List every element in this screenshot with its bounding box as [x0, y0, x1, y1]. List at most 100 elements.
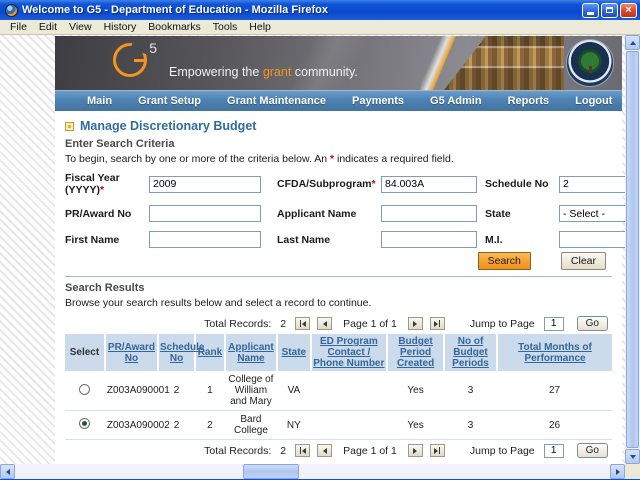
jump-to-page-label: Jump to Page: [469, 444, 535, 457]
horizontal-scroll-thumb[interactable]: [243, 464, 299, 479]
column-header: No of Budget Periods: [444, 334, 499, 372]
column-header-link[interactable]: Select: [70, 347, 99, 358]
firefox-icon: [5, 3, 18, 17]
column-header: Rank: [195, 334, 226, 372]
column-header: Applicant Name: [224, 334, 279, 372]
menu-item[interactable]: Help: [243, 21, 277, 33]
field-label: Schedule No: [485, 178, 549, 191]
column-header: Select: [65, 334, 106, 372]
first-page-button[interactable]: [295, 444, 311, 458]
first-page-button[interactable]: [295, 317, 311, 331]
field-input[interactable]: 2: [559, 175, 625, 193]
nav-item[interactable]: Main: [87, 95, 112, 107]
column-header-link[interactable]: Total Months of Performance: [518, 342, 592, 364]
previous-page-button[interactable]: [317, 317, 333, 331]
title-bar[interactable]: Welcome to G5 - Department of Education …: [0, 0, 640, 20]
page-indicator: Page 1 of 1: [343, 317, 397, 330]
scroll-right-button[interactable]: [610, 464, 625, 479]
next-page-button[interactable]: [407, 444, 423, 458]
column-header-link[interactable]: Budget Period Created: [397, 336, 434, 369]
menu-item[interactable]: Bookmarks: [142, 21, 207, 33]
menu-item[interactable]: View: [63, 21, 98, 33]
cell-pr-award: Z003A090002: [104, 410, 170, 441]
go-button[interactable]: Go: [576, 316, 608, 332]
banner: 5 Empowering the grant community.: [55, 36, 622, 90]
column-header: PR/Award No: [104, 334, 159, 372]
minimize-button[interactable]: [582, 2, 599, 18]
restore-icon: [606, 7, 613, 13]
field-label: Last Name: [277, 233, 331, 246]
scroll-left-button[interactable]: [0, 464, 15, 479]
cell-applicant: College of William and Mary: [224, 371, 278, 412]
column-header: Schedule No: [157, 334, 204, 372]
total-records-label: Total Records:: [204, 317, 272, 330]
nav-item[interactable]: Grant Maintenance: [227, 95, 326, 107]
menu-item[interactable]: Tools: [207, 21, 244, 33]
scroll-up-button[interactable]: [625, 35, 640, 50]
search-instruction: To begin, search by one or more of the c…: [65, 153, 454, 165]
scroll-down-button[interactable]: [625, 449, 640, 464]
column-header-link[interactable]: ED Program Contact / Phone Number: [313, 336, 384, 369]
field-label: PR/Award No: [65, 207, 132, 220]
banner-photo: [215, 36, 435, 90]
column-header: State: [277, 334, 312, 372]
nav-item[interactable]: Logout: [575, 95, 612, 107]
field-input[interactable]: [149, 231, 261, 249]
restore-button[interactable]: [601, 2, 618, 18]
up-arrow-icon: [629, 40, 636, 45]
field-input[interactable]: [381, 231, 477, 249]
column-header-link[interactable]: PR/Award No: [108, 342, 155, 364]
vertical-scrollbar[interactable]: [625, 35, 640, 464]
field-input[interactable]: [559, 231, 625, 249]
nav-item[interactable]: Reports: [508, 95, 550, 107]
cell-rank: 2: [195, 410, 225, 441]
horizontal-scrollbar[interactable]: [0, 464, 640, 479]
nav-item[interactable]: Payments: [352, 95, 404, 107]
pagination-bottom: Total Records: 2 Page 1 of 1 Jump to Pag…: [65, 443, 612, 459]
menu-item[interactable]: Edit: [33, 21, 63, 33]
field-input[interactable]: [381, 205, 477, 223]
select-radio[interactable]: [79, 383, 91, 395]
field-input[interactable]: 2009: [149, 175, 261, 193]
column-header-link[interactable]: Applicant Name: [228, 342, 274, 364]
menu-item[interactable]: File: [4, 21, 33, 33]
menu-item[interactable]: History: [98, 21, 143, 33]
field-label: Applicant Name: [277, 207, 357, 220]
field-input[interactable]: [149, 205, 261, 223]
field-label: State: [485, 207, 511, 220]
last-page-button[interactable]: [429, 317, 445, 331]
nav-item[interactable]: G5 Admin: [430, 95, 482, 107]
total-records-label: Total Records:: [204, 444, 272, 457]
nav-item[interactable]: Grant Setup: [138, 95, 201, 107]
vertical-scroll-thumb[interactable]: [626, 51, 639, 448]
last-page-button[interactable]: [429, 444, 445, 458]
clear-button[interactable]: Clear: [560, 252, 606, 271]
column-header-link[interactable]: No of Budget Periods: [452, 336, 489, 369]
field-input[interactable]: 84.003A: [381, 175, 477, 193]
jump-to-page-input[interactable]: [543, 443, 564, 458]
field-input[interactable]: - Select -: [559, 205, 625, 223]
search-button[interactable]: Search: [477, 252, 531, 271]
cell-total-months: 27: [497, 371, 612, 412]
previous-page-button[interactable]: [317, 444, 333, 458]
cell-ed-contact: [310, 410, 388, 441]
column-header-link[interactable]: Rank: [198, 347, 222, 358]
jump-to-page-input[interactable]: [543, 316, 564, 331]
nav-bar: Main Grant Setup Grant Maintenance Payments…: [55, 90, 622, 111]
column-header-link[interactable]: State: [282, 347, 306, 358]
page-indicator: Page 1 of 1: [343, 444, 397, 457]
search-form: Fiscal Year (YYYY)* 2009 CFDA/Subprogram…: [65, 172, 625, 249]
go-button[interactable]: Go: [576, 443, 608, 459]
total-records-value: 2: [280, 444, 287, 457]
next-page-button[interactable]: [407, 317, 423, 331]
column-header: Total Months of Performance: [497, 334, 612, 372]
select-radio[interactable]: [79, 418, 91, 430]
close-button[interactable]: ×: [620, 2, 637, 18]
section-divider: [65, 276, 612, 278]
horizontal-scroll-track[interactable]: [15, 464, 610, 479]
cell-num-periods: 3: [444, 371, 498, 412]
cell-budget-created: Yes: [387, 371, 444, 412]
cell-state: NY: [277, 410, 311, 441]
menu-bar: File Edit View History Bookmarks Tools Help: [0, 20, 640, 35]
browser-window: Welcome to G5 - Department of Education …: [0, 0, 640, 480]
